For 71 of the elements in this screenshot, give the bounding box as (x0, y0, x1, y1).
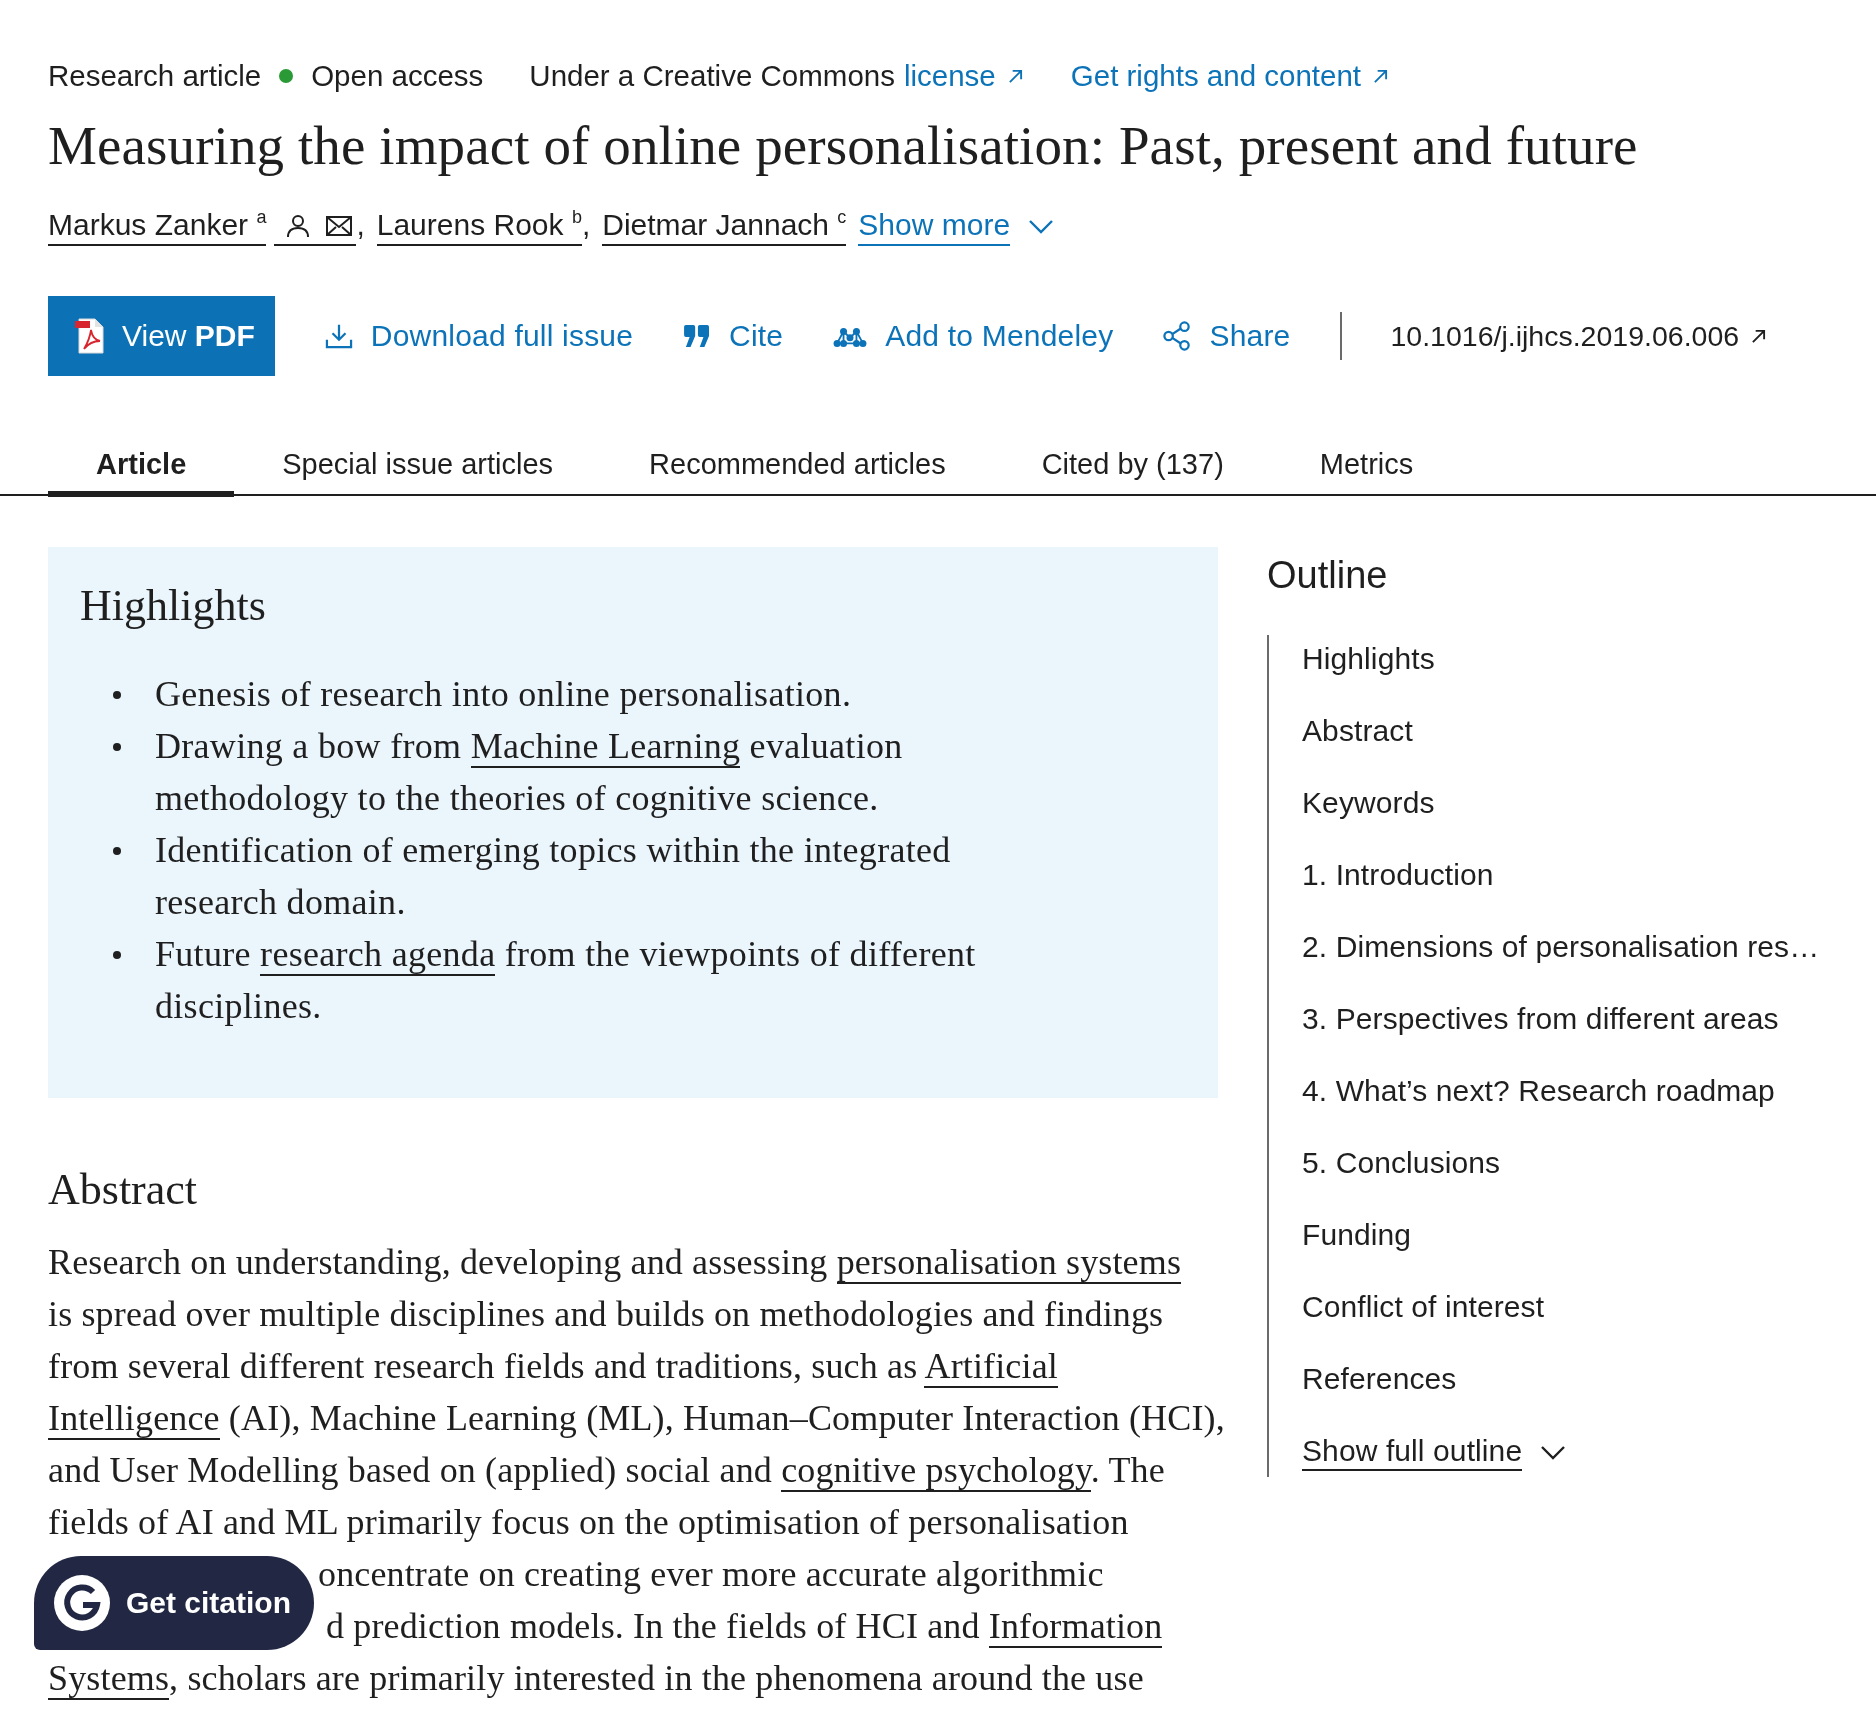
tab[interactable]: Metrics (1271, 431, 1462, 497)
license-link[interactable]: license (903, 58, 1023, 94)
logo-icon (54, 1575, 110, 1631)
tab[interactable]: Recommended articles (601, 431, 994, 497)
highlight-text: Genesis of research into online personalisation. (155, 673, 852, 716)
abstract-text: d prediction models. In the fields of HCI and Information (326, 1605, 1163, 1650)
abstract-text: Systems, scholars are primarily interested in the phenomena around the use (48, 1657, 1144, 1702)
text-link[interactable]: Intelligence (48, 1398, 220, 1440)
highlight-text: Drawing a bow from Machine Learning evaluation methodology to the theories of cognitive science. (155, 725, 904, 820)
abstract-text: oncentrate on creating ever more accurate algorithmic (318, 1553, 1104, 1596)
action-link[interactable]: Cite (683, 318, 784, 354)
license-text: Under a Creative Commons (529, 58, 895, 94)
author-link[interactable]: Laurens Rook $^{b}$ (376, 207, 582, 246)
external-link-icon (1373, 68, 1389, 84)
outline-link[interactable]: 1. Introduction (1302, 857, 1494, 893)
tab[interactable]: Article (48, 431, 235, 497)
outline-link[interactable]: 2. Dimensions of personalisation res… (1302, 929, 1820, 965)
highlight-text: Future research agenda from the viewpoints of different disciplines. (155, 933, 977, 1028)
text-link[interactable]: personalisation systems (836, 1242, 1182, 1284)
author-link[interactable]: Dietmar Jannach $^{c}$ (602, 207, 847, 246)
highlights-heading: Highlights (80, 582, 267, 630)
author-separator: , (356, 207, 365, 243)
outline-link[interactable]: Funding (1302, 1217, 1412, 1253)
share-icon (1163, 321, 1192, 351)
action-link[interactable]: Download full issue (324, 318, 634, 354)
article-title: Measuring the impact of online personalisation: Past, present and future (48, 116, 1639, 176)
bullet-icon (113, 691, 121, 699)
text-link[interactable]: Information (988, 1606, 1163, 1648)
outline-link[interactable]: References (1302, 1361, 1457, 1397)
outline-heading: Outline (1267, 553, 1389, 598)
author-link[interactable]: Markus Zanker $^{a}$ (48, 207, 267, 246)
bullet-icon (113, 847, 121, 855)
envelope-icon (326, 215, 353, 236)
text-link[interactable]: cognitive psychology (781, 1450, 1091, 1492)
text-link[interactable]: research agenda (260, 934, 496, 976)
view-pdf-button[interactable]: View PDF (48, 296, 275, 376)
tab[interactable]: Special issue articles (234, 431, 602, 497)
quote-icon (683, 324, 712, 348)
bullet-icon (113, 743, 121, 751)
bullet-icon (113, 951, 121, 959)
text-link[interactable]: Artificial (924, 1346, 1058, 1388)
text-link[interactable]: Systems (48, 1658, 170, 1700)
outline-link[interactable]: Abstract (1302, 713, 1413, 749)
download-icon (324, 323, 353, 349)
abstract-heading: Abstract (48, 1165, 199, 1215)
outline-link[interactable]: 5. Conclusions (1302, 1145, 1501, 1181)
text-link[interactable]: Machine Learning (470, 726, 741, 768)
outline-link[interactable]: 4. What’s next? Research roadmap (1302, 1073, 1775, 1109)
outline-link[interactable]: Conflict of interest (1302, 1289, 1545, 1325)
doi-link[interactable]: 10.1016/j.ijhcs.2019.06.006 (1390, 318, 1767, 354)
person-icon (286, 213, 311, 238)
external-link-icon (1751, 328, 1767, 344)
highlight-text: Identification of emerging topics within the integrated research domain. (155, 829, 952, 924)
author-separator: , (581, 207, 591, 243)
action-link[interactable]: Add to Mendeley (833, 318, 1114, 354)
access-label: Open access (311, 58, 484, 94)
action-link[interactable]: Share (1163, 318, 1291, 354)
chevron-down-icon (1028, 218, 1055, 235)
show-more-button[interactable]: Show more (858, 207, 1055, 246)
show-full-outline-button[interactable]: Show full outline (1302, 1433, 1567, 1471)
outline-link[interactable]: Highlights (1302, 641, 1435, 677)
outline-link[interactable]: 3. Perspectives from different areas (1302, 1001, 1779, 1037)
chevron-down-icon (1540, 1443, 1567, 1461)
rights-link[interactable]: Get rights and content (1070, 58, 1389, 94)
status-dot-icon (279, 69, 294, 83)
article-type: Research article (48, 58, 262, 94)
outline-link[interactable]: Keywords (1302, 785, 1435, 821)
get-citation-button[interactable]: Get citation (34, 1556, 314, 1650)
tab[interactable]: Cited by (137) (993, 431, 1272, 497)
pdf-file-icon (74, 318, 104, 354)
external-link-icon (1007, 68, 1023, 84)
